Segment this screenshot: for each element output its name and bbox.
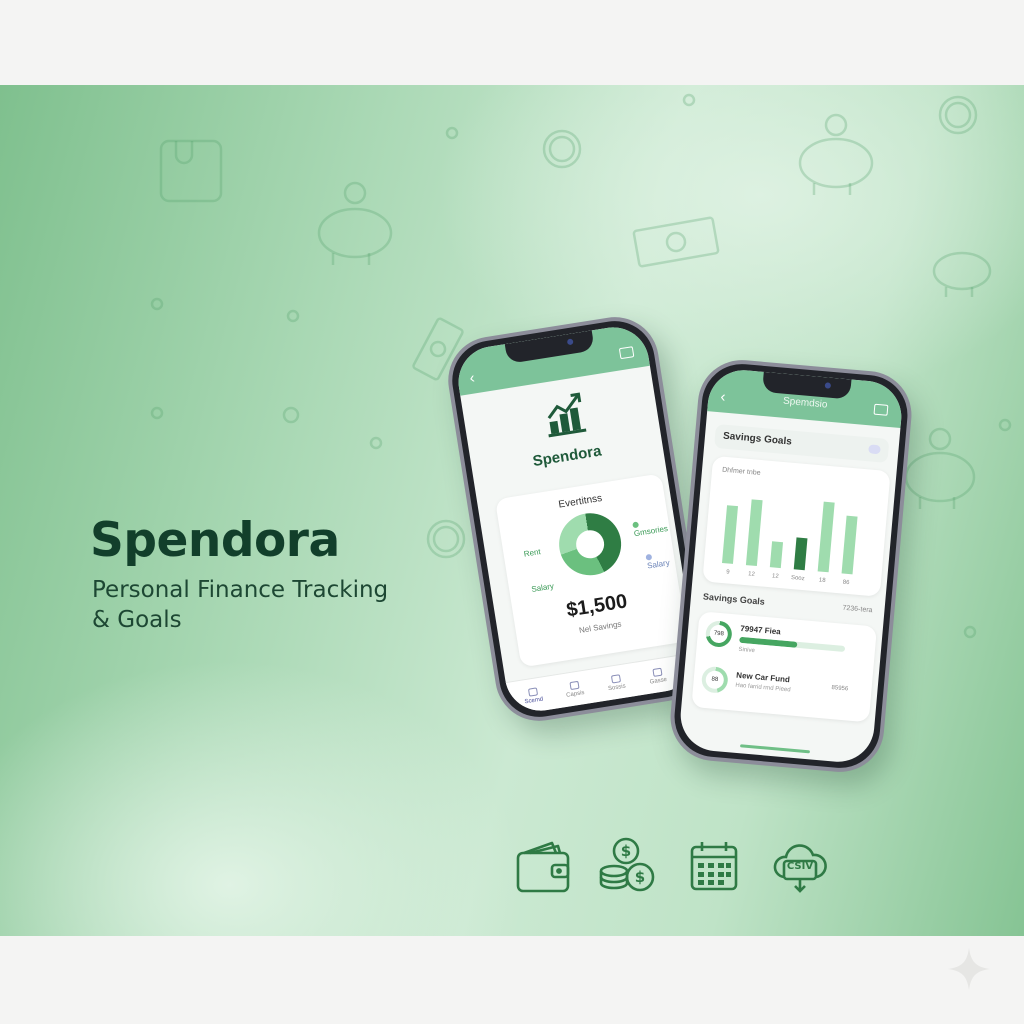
goal-name: New Car Fund (735, 670, 791, 685)
piggy-bank-icon (932, 251, 992, 297)
home-icon (527, 687, 538, 697)
goal-progress-fill (739, 636, 798, 648)
nav-item-goals[interactable]: Sossis (598, 672, 634, 693)
goals-list-card: 798 79947 Fiea Sinive 88 New Car Fund Ha… (691, 611, 878, 723)
savings-goals-title: Savings Goals (722, 430, 793, 448)
bar (722, 505, 739, 564)
nav-label: Gasse (649, 676, 668, 686)
bar-label: 18 (819, 577, 827, 584)
app-name: Spendora (531, 442, 603, 471)
brand-headline: Spendora (90, 513, 340, 568)
goals-icon (610, 674, 621, 684)
svg-text:$: $ (635, 868, 645, 886)
calendar-icon (684, 837, 744, 897)
legend-salary-right-text: Salary (646, 558, 671, 571)
coin-icon (426, 519, 466, 559)
legend-salary-right: Salary (645, 548, 675, 571)
bar-label: 9 (726, 569, 731, 575)
csv-label: CSIV (786, 861, 814, 872)
legend-groceries-text: Gmsories (633, 523, 669, 539)
bar (793, 537, 808, 571)
piggy-bank-icon (798, 113, 874, 195)
settings-icon (651, 667, 663, 678)
export-icon[interactable] (618, 346, 635, 360)
phone-savings-goals: ‹ Spemdsio Savings Goals Dhfmer tnbe 9 1… (666, 356, 916, 776)
home-indicator (740, 744, 811, 754)
phone-savings-screen: ‹ Spemdsio Savings Goals Dhfmer tnbe 9 1… (677, 367, 905, 765)
legend-dot (632, 521, 640, 529)
savings-goals-header: Savings Goals (714, 423, 890, 464)
tagline-line-2: & Goals (92, 607, 182, 633)
growth-chart-icon (547, 392, 587, 438)
bar (769, 541, 784, 569)
legend-salary-left: Salary (530, 581, 555, 594)
expenses-icon (568, 680, 580, 691)
wallet-outline-icon (159, 139, 223, 203)
goals-section-meta: 7236-tera (842, 604, 873, 615)
bar-label: Sooz (791, 575, 805, 582)
hero-banner: Spendora Personal Finance Tracking & Goa… (0, 85, 1024, 936)
goals-section-title: Savings Goals (702, 591, 766, 607)
nav-label: Sossis (607, 683, 627, 693)
goal-progress-bar (739, 636, 846, 653)
piggy-bank-icon (904, 427, 976, 509)
brand-tagline: Personal Finance Tracking & Goals (92, 575, 388, 635)
coins-icon: $ $ (598, 837, 658, 897)
cloud-csv-icon: CSIV (770, 837, 830, 897)
svg-text:$: $ (621, 842, 631, 860)
coin-icon (938, 95, 978, 135)
bar-label: 86 (842, 580, 850, 587)
expenses-card[interactable]: Evertitnss Rent Salary Gmsories Salary $… (494, 473, 688, 668)
camera-icon (824, 382, 832, 389)
bar-label: 12 (772, 573, 780, 580)
legend-rent: Rent (523, 547, 542, 559)
wallet-icon (514, 837, 574, 897)
coin-icon (542, 129, 582, 169)
filter-pill-icon[interactable] (868, 444, 881, 455)
goal-name: 79947 Fiea (739, 623, 782, 637)
banknote-icon (632, 216, 720, 268)
bar-label: 12 (748, 571, 756, 578)
goal-subtitle: Sinive (738, 646, 756, 655)
nav-item-expenses[interactable]: Capsis (557, 679, 593, 700)
goal-amount: 85956 (831, 685, 849, 693)
tagline-line-1: Personal Finance Tracking (92, 577, 389, 603)
legend-dot (645, 553, 653, 561)
legend-groceries: Gmsories (632, 515, 670, 538)
camera-icon (566, 338, 574, 346)
savings-bar-chart-card: Dhfmer tnbe 9 12 12 Sooz 18 86 (702, 455, 891, 597)
nav-label: Capsis (565, 690, 585, 699)
goal-subtitle: Hao farrid rmd Pieed (735, 682, 791, 694)
export-icon[interactable] (873, 403, 889, 416)
bar (817, 501, 835, 573)
sparkle-icon (948, 948, 990, 990)
piggy-bank-icon (317, 181, 393, 265)
bar (841, 515, 858, 575)
nav-item-settings[interactable]: Gasse (640, 666, 676, 687)
nav-item-home[interactable]: Scemd (515, 685, 551, 706)
bar (745, 499, 763, 567)
savings-bar-chart: 9 12 12 Sooz 18 86 (722, 499, 858, 587)
nav-label: Scemd (524, 696, 544, 706)
chevron-left-icon[interactable]: ‹ (468, 369, 476, 387)
expenses-donut-chart[interactable] (554, 508, 626, 580)
